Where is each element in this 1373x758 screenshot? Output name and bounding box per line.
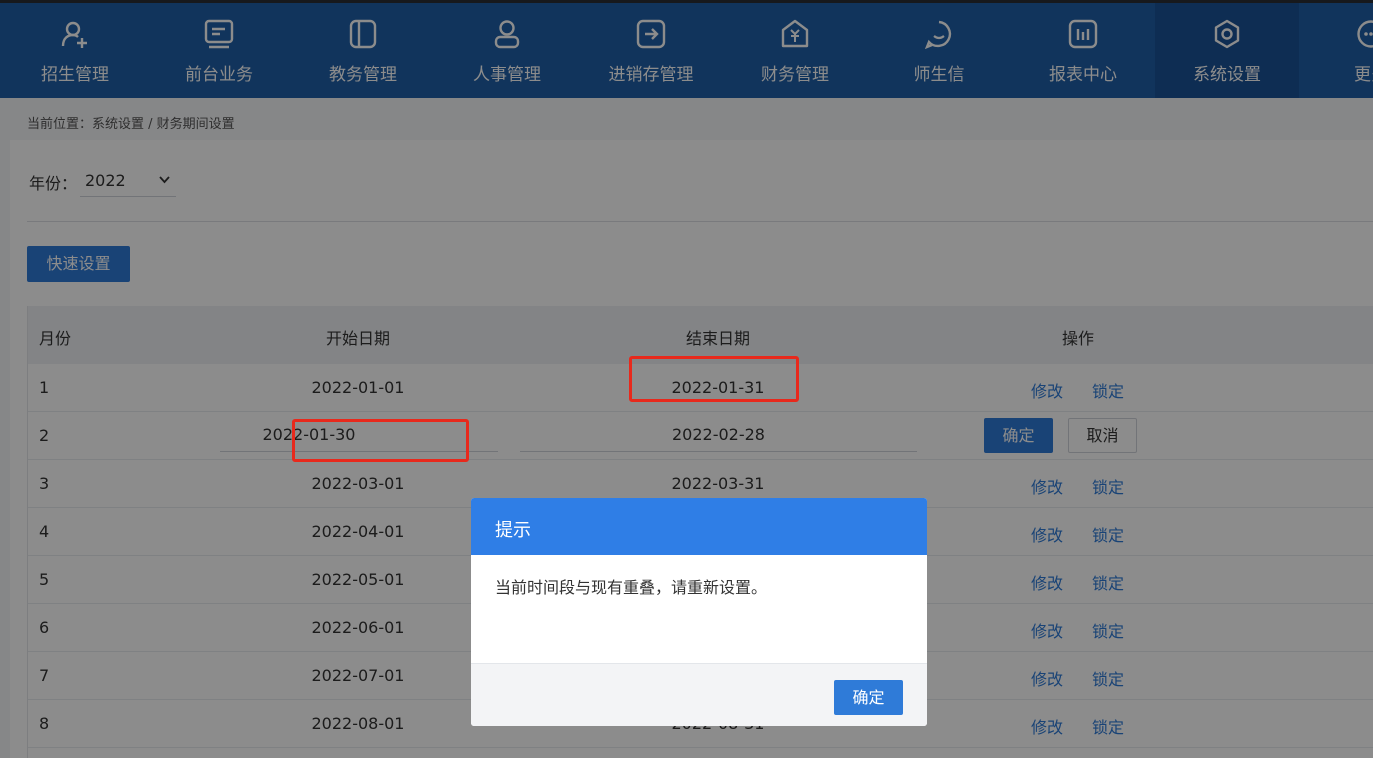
alert-dialog: 提示 当前时间段与现有重叠，请重新设置。 确定 [471, 498, 927, 726]
dialog-header: 提示 [471, 498, 927, 555]
dialog-footer: 确定 [471, 663, 927, 726]
highlight-box-start-date [292, 419, 469, 462]
dialog-ok-button[interactable]: 确定 [834, 680, 903, 715]
dialog-message: 当前时间段与现有重叠，请重新设置。 [495, 578, 768, 597]
dialog-title: 提示 [495, 520, 531, 541]
highlight-box-end-date [629, 356, 799, 402]
